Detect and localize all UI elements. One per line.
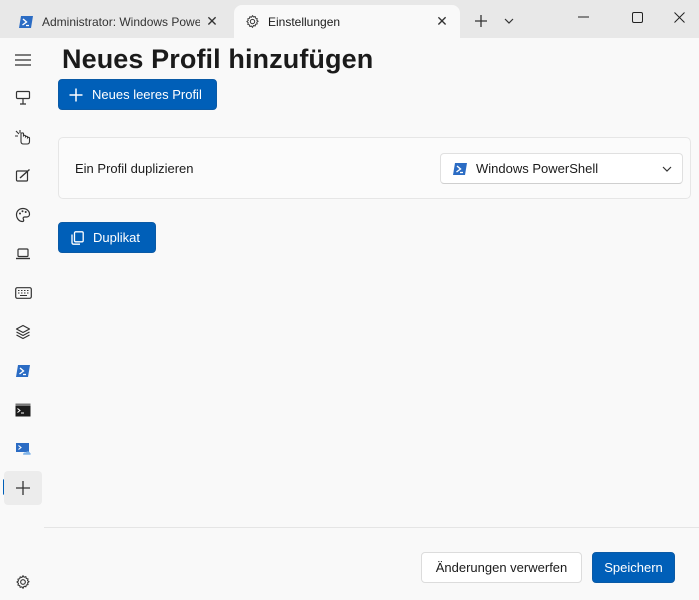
page-title: Neues Profil hinzufügen [62, 44, 374, 74]
minimize-button[interactable] [560, 0, 606, 34]
new-tab-button[interactable] [468, 9, 494, 33]
appearance-icon[interactable] [4, 159, 42, 193]
powershell-icon [18, 14, 34, 30]
powershell-icon[interactable] [4, 354, 42, 388]
startup-icon[interactable] [4, 81, 42, 115]
dropdown-selected-value: Windows PowerShell [476, 161, 599, 176]
settings-gear-icon[interactable] [4, 565, 42, 599]
settings-content: Neues Profil hinzufügen Neues leeres Pro… [0, 38, 699, 600]
azure-cloud-shell-icon[interactable] [4, 432, 42, 466]
close-icon[interactable]: ✕ [430, 10, 454, 34]
duplicate-profile-label: Ein Profil duplizieren [75, 161, 194, 176]
copy-icon [71, 230, 84, 245]
layers-icon[interactable] [4, 315, 42, 349]
discard-changes-button[interactable]: Änderungen verwerfen [421, 552, 582, 583]
duplicate-profile-card: Ein Profil duplizieren Windows PowerShel… [58, 137, 691, 199]
duplicate-profile-dropdown[interactable]: Windows PowerShell [440, 153, 683, 184]
new-empty-profile-button[interactable]: Neues leeres Profil [58, 79, 217, 110]
close-icon[interactable]: ✕ [200, 10, 224, 34]
new-empty-profile-label: Neues leeres Profil [92, 87, 202, 102]
duplicate-button-label: Duplikat [93, 230, 140, 245]
tab-powershell[interactable]: Administrator: Windows Powe ✕ [8, 5, 230, 38]
palette-icon[interactable] [4, 198, 42, 232]
plus-icon [69, 88, 83, 102]
footer-divider [44, 527, 699, 528]
keyboard-icon[interactable] [4, 276, 42, 310]
chevron-down-icon [652, 166, 682, 172]
maximize-button[interactable] [614, 0, 660, 34]
interaction-icon[interactable] [4, 120, 42, 154]
window-close-button[interactable] [660, 0, 699, 34]
laptop-icon[interactable] [4, 237, 42, 271]
powershell-icon [452, 162, 468, 176]
title-bar: Administrator: Windows Powe ✕ Einstellun… [0, 0, 699, 38]
command-prompt-icon[interactable] [4, 393, 42, 427]
tab-settings[interactable]: Einstellungen ✕ [234, 5, 460, 38]
add-profile-icon[interactable] [4, 471, 42, 505]
tab-label: Einstellungen [268, 14, 341, 29]
tab-label: Administrator: Windows Powe [42, 14, 200, 29]
hamburger-menu-icon[interactable] [4, 43, 42, 77]
duplicate-button[interactable]: Duplikat [58, 222, 156, 253]
chevron-down-icon[interactable] [498, 9, 520, 33]
save-button[interactable]: Speichern [592, 552, 675, 583]
gear-icon [244, 14, 260, 30]
